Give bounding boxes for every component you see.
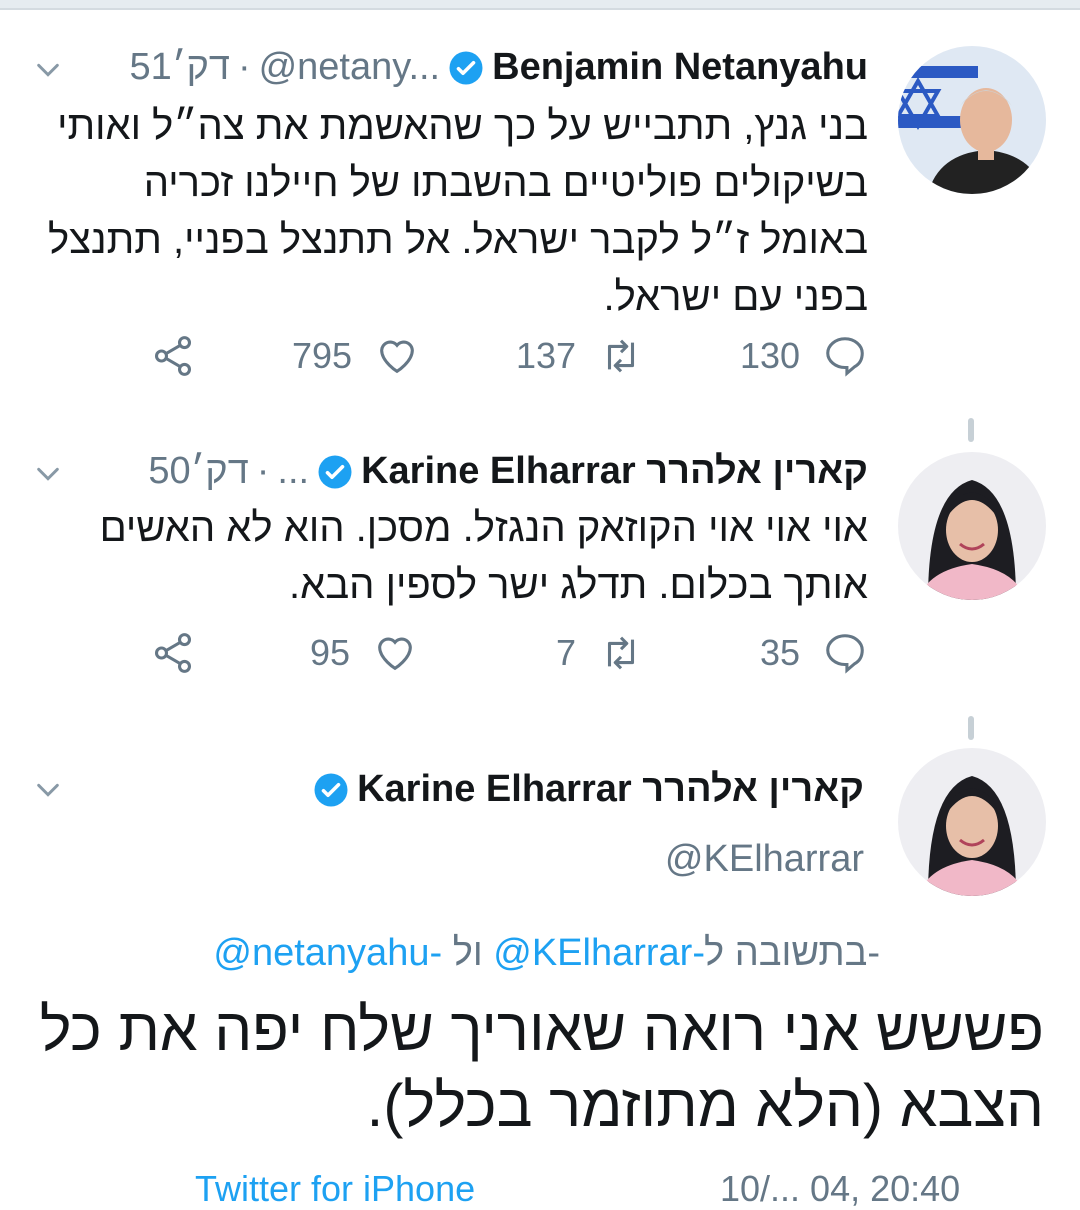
tweet-text-line: אותך בכלום. תדלג ישר לספין הבא. xyxy=(288,563,868,607)
like-button[interactable]: 795 xyxy=(292,333,420,379)
replying-to: @netanyahu- ול @KElharrar- xyxy=(213,932,705,975)
avatar[interactable] xyxy=(898,748,1046,896)
tweet-text-line: בני גנץ, תתבייש על כך שהאשמת את צה״ל ואו… xyxy=(57,104,868,148)
author-name[interactable]: Karine Elharrar קארין אלהרר xyxy=(361,450,868,493)
tweet-actions: 35 7 95 xyxy=(0,630,1080,690)
tweet-actions: 130 137 795 xyxy=(0,333,1080,393)
chevron-down-icon[interactable] xyxy=(34,460,62,488)
tweet-text: בני גנץ, תתבייש על כך שהאשמת את צה״ל ואו… xyxy=(48,98,868,326)
heart-icon xyxy=(378,637,412,671)
reply-button[interactable]: 35 xyxy=(760,630,868,676)
separator: · xyxy=(256,450,270,492)
share-icon xyxy=(154,633,192,673)
tweet-text-line: בפני עם ישראל. xyxy=(603,275,869,319)
retweet-count: 137 xyxy=(516,335,577,376)
top-divider xyxy=(0,0,1080,10)
author-name[interactable]: Karine Elharrar קארין אלהרר xyxy=(357,768,864,811)
tweet-header: Karine Elharrar קארין אלהרר xyxy=(305,768,864,811)
share-button[interactable] xyxy=(150,333,196,379)
retweet-button[interactable]: 137 xyxy=(516,333,644,379)
author-name[interactable]: Benjamin Netanyahu xyxy=(492,46,868,89)
reply-count: 130 xyxy=(740,335,801,376)
tweet-text: אוי אוי אוי הקוזאק הנגזל. מסכן. הוא לא ה… xyxy=(100,500,868,614)
reply-handle-link[interactable]: @KElharrar- xyxy=(493,932,705,974)
verified-badge-icon xyxy=(318,455,352,488)
chevron-down-icon[interactable] xyxy=(34,776,62,804)
verified-badge-icon xyxy=(314,773,348,806)
avatar[interactable] xyxy=(898,452,1046,600)
tweet-datetime: 10/... 04, 20:40 xyxy=(720,1168,961,1209)
like-count: 795 xyxy=(292,335,353,376)
reply-icon xyxy=(826,634,864,674)
tweet-header: Benjamin Netanyahu @netany... · 51דק׳ xyxy=(130,46,868,89)
retweet-button[interactable]: 7 xyxy=(556,630,644,676)
author-handle[interactable]: ... xyxy=(277,450,309,493)
retweet-icon xyxy=(608,339,635,373)
tweet-text-line: בשיקולים פוליטיים בהשבתו של חיילנו זכריה xyxy=(143,161,868,205)
avatar[interactable] xyxy=(898,46,1046,194)
reply-count: 35 xyxy=(760,632,801,673)
retweet-icon xyxy=(607,636,635,670)
reply-button[interactable]: 130 xyxy=(740,333,868,379)
timestamp[interactable]: 50דק׳ xyxy=(148,450,248,493)
reply-join: ול xyxy=(442,932,483,974)
thread-line xyxy=(968,418,974,442)
author-handle[interactable]: @KElharrar xyxy=(665,838,864,881)
author-handle[interactable]: @netany... xyxy=(259,46,441,89)
chevron-down-icon[interactable] xyxy=(34,56,62,84)
tweet-header: Karine Elharrar קארין אלהרר ... · 50דק׳ xyxy=(148,450,868,493)
like-button[interactable]: 95 xyxy=(310,630,418,676)
share-icon xyxy=(154,336,192,376)
heart-icon xyxy=(380,340,414,374)
tweet-text: פששש אני רואה שאוריך שלח יפה את כל הצבא … xyxy=(24,992,1044,1144)
timestamp[interactable]: 51דק׳ xyxy=(130,46,230,89)
tweet-text-line: באומל ז״ל לקבר ישראל. אל תתנצל בפניי, תת… xyxy=(48,218,868,262)
tweet-text-line: הצבא (הלא מתוזמר בכלל). xyxy=(366,1072,1044,1139)
tweet-source-link[interactable]: Twitter for iPhone xyxy=(195,1168,475,1210)
reply-handle-link[interactable]: @netanyahu- xyxy=(213,932,442,974)
retweet-count: 7 xyxy=(556,632,577,673)
tweet-text-line: אוי אוי אוי הקוזאק הנגזל. מסכן. הוא לא ה… xyxy=(99,506,868,550)
reply-icon xyxy=(826,337,864,377)
separator: · xyxy=(237,46,251,88)
replying-to-prefix: בתשובה ל- xyxy=(704,932,880,974)
tweet-text-line: פששש אני רואה שאוריך שלח יפה את כל xyxy=(39,996,1044,1063)
like-count: 95 xyxy=(310,632,351,673)
thread-line xyxy=(968,716,974,740)
verified-badge-icon xyxy=(449,51,483,84)
share-button[interactable] xyxy=(150,630,196,676)
